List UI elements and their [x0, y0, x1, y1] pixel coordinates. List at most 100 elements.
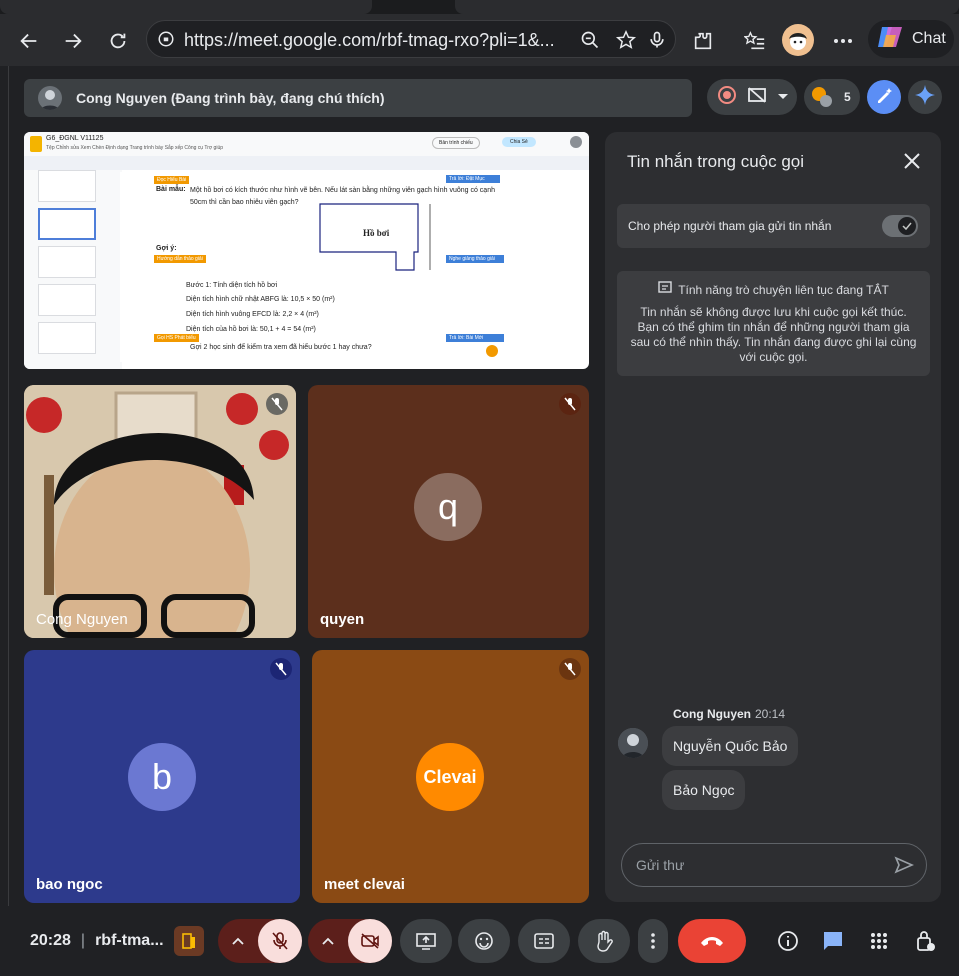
- message-placeholder: Gửi thư: [636, 857, 685, 873]
- site-info-icon[interactable]: [157, 30, 175, 53]
- send-icon[interactable]: [894, 855, 914, 878]
- slide-thumbnail[interactable]: [38, 284, 96, 316]
- gemini-icon: [914, 84, 936, 111]
- camera-control: [308, 919, 392, 963]
- slide-tag: Gọi HS Phát biểu: [154, 334, 199, 342]
- meeting-info-icon[interactable]: [773, 919, 803, 963]
- allow-messages-label: Cho phép người tham gia gửi tin nhắn: [628, 219, 832, 233]
- chat-icon[interactable]: [818, 919, 848, 963]
- participant-avatar: b: [128, 743, 196, 811]
- camera-options-chevron-icon[interactable]: [322, 932, 334, 950]
- close-icon[interactable]: [903, 152, 923, 172]
- emoji-reaction-button[interactable]: [458, 919, 510, 963]
- slide-thumbnail[interactable]: [38, 170, 96, 202]
- reload-icon[interactable]: [103, 26, 133, 56]
- mic-options-chevron-icon[interactable]: [232, 932, 244, 950]
- presentation-tile[interactable]: G6_ĐGNL V11125 Tệp Chỉnh sửa Xem Chèn Đị…: [24, 132, 589, 369]
- camera-feed: [24, 385, 296, 638]
- profile-avatar[interactable]: [782, 24, 814, 56]
- mic-off-icon: [270, 658, 292, 680]
- back-icon[interactable]: [14, 26, 44, 56]
- participant-tile-cong-nguyen[interactable]: Cong Nguyen: [24, 385, 296, 638]
- more-menu-icon[interactable]: [828, 26, 858, 56]
- chat-bubble-icon: [658, 281, 672, 299]
- menu-bar: Tệp Chỉnh sửa Xem Chèn Định dạng Trang t…: [46, 145, 224, 151]
- chevron-down-icon[interactable]: [777, 88, 789, 106]
- host-controls-icon[interactable]: [910, 919, 940, 963]
- captions-button[interactable]: [518, 919, 570, 963]
- browser-toolbar: https://meet.google.com/rbf-tmag-rxo?pli…: [0, 14, 959, 66]
- allow-messages-toggle[interactable]: [882, 215, 918, 237]
- present-screen-button[interactable]: [400, 919, 452, 963]
- message-time: 20:14: [755, 707, 786, 721]
- raise-hand-button[interactable]: [578, 919, 630, 963]
- microphone-icon[interactable]: [647, 29, 667, 56]
- participant-tile-bao-ngoc[interactable]: b bao ngoc: [24, 650, 300, 903]
- participant-name: bao ngoc: [36, 876, 103, 893]
- participant-count: 5: [844, 90, 851, 104]
- slide-thumbnails: [24, 170, 122, 369]
- share-button[interactable]: Chia Sẻ: [502, 137, 536, 147]
- captions-off-icon[interactable]: [747, 85, 767, 110]
- camera-off-button[interactable]: [348, 919, 392, 963]
- more-options-button[interactable]: [638, 919, 668, 963]
- call-controls-bar: 20:28 | rbf-tma...: [8, 906, 959, 976]
- slide-canvas[interactable]: Đọc Hiểu Bài Trả lời: Đặt Mục Bài mẫu: M…: [120, 172, 546, 362]
- favorites-icon[interactable]: [740, 26, 770, 56]
- calc-line-1: Diện tích hình chữ nhật ABFG là: 10,5 × …: [186, 296, 335, 303]
- extensions-icon[interactable]: [688, 26, 718, 56]
- participant-name: meet clevai: [324, 876, 405, 893]
- info-heading: Tính năng trò chuyện liên tục đang TẮT: [678, 282, 889, 297]
- chat-message: Nguyễn Quốc Bảo: [662, 726, 799, 766]
- copilot-chat-button[interactable]: Chat: [868, 20, 954, 58]
- chat-label: Chat: [912, 30, 946, 47]
- slide-tag: Đọc Hiểu Bài: [154, 176, 190, 184]
- slides-account-avatar[interactable]: [570, 136, 582, 148]
- slides-toolbar: [24, 156, 589, 170]
- forward-icon[interactable]: [58, 26, 88, 56]
- bookmark-star-icon[interactable]: [615, 29, 637, 56]
- url-text[interactable]: https://meet.google.com/rbf-tmag-rxo?pli…: [184, 30, 555, 51]
- mic-control: [218, 919, 302, 963]
- browser-tab[interactable]: [455, 0, 959, 14]
- clevai-logo: Clevai: [416, 743, 484, 811]
- participant-avatar: q: [414, 473, 482, 541]
- slideshow-button[interactable]: Bản trình chiếu: [432, 137, 480, 149]
- gemini-button[interactable]: [908, 80, 942, 114]
- sender-avatar: [618, 728, 648, 758]
- zoom-icon[interactable]: [580, 30, 600, 55]
- slide-thumbnail[interactable]: [38, 208, 96, 240]
- participant-name: quyen: [320, 611, 365, 628]
- chat-panel: Tin nhắn trong cuộc gọi Cho phép người t…: [605, 132, 941, 902]
- slide-thumbnail[interactable]: [38, 322, 96, 354]
- participants-button[interactable]: 5: [804, 79, 860, 115]
- participant-tile-meet-clevai[interactable]: Clevai meet clevai: [312, 650, 589, 903]
- activities-icon[interactable]: [864, 919, 894, 963]
- chat-info-box: Tính năng trò chuyện liên tục đang TẮT T…: [617, 271, 930, 376]
- chat-message: Bảo Ngọc: [662, 770, 746, 810]
- recording-controls[interactable]: [707, 79, 797, 115]
- tab-strip: [0, 0, 959, 14]
- message-input[interactable]: Gửi thư: [621, 843, 927, 887]
- participant-tile-quyen[interactable]: q quyen: [308, 385, 589, 638]
- pool-label: Hồ bơi: [363, 228, 390, 238]
- slide-thumbnail[interactable]: [38, 246, 96, 278]
- leave-call-button[interactable]: [678, 919, 746, 963]
- panel-title: Tin nhắn trong cuộc gọi: [627, 152, 805, 171]
- doc-title: G6_ĐGNL V11125: [46, 135, 104, 142]
- slide-question: Gợi 2 học sinh để kiểm tra xem đã hiểu b…: [190, 344, 372, 351]
- slide-tag: Trả lời: Bài Mới: [446, 334, 504, 342]
- browser-tab[interactable]: [0, 0, 372, 14]
- meeting-clock: 20:28 | rbf-tma...: [30, 932, 164, 949]
- companion-mode-icon[interactable]: [174, 926, 204, 956]
- presenter-banner: Cong Nguyen (Đang trình bày, đang chú th…: [24, 79, 692, 117]
- pen-sparkle-icon: [875, 86, 893, 109]
- recording-icon[interactable]: [717, 85, 737, 110]
- mic-off-button[interactable]: [258, 919, 302, 963]
- calc-line-3: Diện tích của hồ bơi là: 50,1 + 4 = 54 (…: [186, 326, 316, 333]
- copilot-icon: [876, 25, 904, 54]
- address-bar[interactable]: https://meet.google.com/rbf-tmag-rxo?pli…: [146, 20, 676, 58]
- slide-tag: Hướng dẫn thảo giải: [154, 255, 206, 263]
- info-body: Tin nhắn sẽ không được lưu khi cuộc gọi …: [630, 305, 917, 364]
- annotate-button[interactable]: [867, 80, 901, 114]
